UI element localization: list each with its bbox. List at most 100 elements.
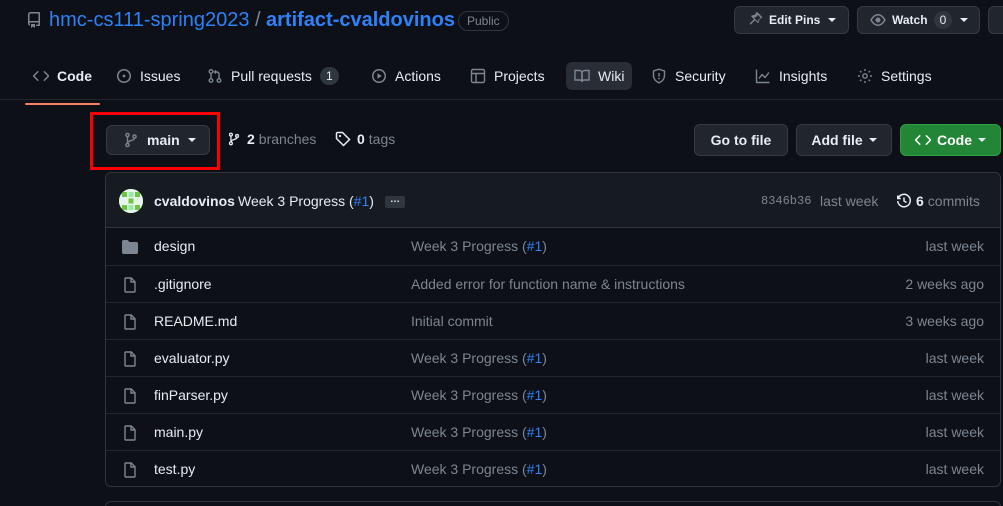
tags-label: tags — [368, 131, 396, 147]
file-row: .gitignore Added error for function name … — [106, 265, 1000, 302]
commit-message-suffix: ) — [542, 424, 547, 440]
graph-icon — [755, 69, 770, 84]
repo-owner-link[interactable]: hmc-cs111-spring2023 — [49, 9, 249, 32]
expand-commit-button[interactable]: … — [385, 195, 405, 208]
file-row: main.py Week 3 Progress (#1) last week — [106, 413, 1000, 450]
tab-issues-label: Issues — [140, 68, 181, 84]
commit-pr-link[interactable]: #1 — [527, 424, 543, 440]
file-commit-age: last week — [925, 238, 984, 254]
commit-message-suffix: ) — [542, 238, 547, 254]
chevron-down-icon — [868, 138, 877, 142]
branches-label: branches — [258, 131, 317, 147]
file-name-link[interactable]: README.md — [154, 313, 237, 329]
file-name-link[interactable]: test.py — [154, 461, 195, 477]
file-row: test.py Week 3 Progress (#1) last week — [106, 450, 1000, 486]
file-row: evaluator.py Week 3 Progress (#1) last wee… — [106, 339, 1000, 376]
file-row: design Week 3 Progress (#1) last week — [106, 228, 1000, 265]
file-commit-age: last week — [925, 461, 984, 477]
commit-message[interactable]: Week 3 Progress (#1) — [238, 193, 374, 209]
eye-icon — [870, 14, 886, 26]
repo-header: hmc-cs111-spring2023 / artifact-cvaldovi… — [0, 0, 1003, 42]
watch-button[interactable]: Watch 0 — [857, 6, 980, 34]
file-commit-age: last week — [925, 387, 984, 403]
commits-count: 6 — [916, 193, 924, 209]
commit-pr-link[interactable]: #1 — [354, 193, 370, 209]
add-file-label: Add file — [811, 132, 863, 148]
add-file-button[interactable]: Add file — [796, 124, 892, 156]
chevron-down-icon — [828, 18, 837, 22]
file-icon — [122, 425, 138, 444]
tab-actions[interactable]: Actions — [363, 62, 449, 90]
tab-code-label: Code — [57, 68, 92, 84]
watch-count: 0 — [933, 11, 953, 29]
history-icon — [897, 193, 911, 208]
commit-message-text: Week 3 Progress ( — [411, 461, 527, 477]
code-button[interactable]: Code — [900, 124, 1001, 156]
commits-history-link[interactable]: 6 commits — [896, 193, 980, 209]
go-to-file-button[interactable]: Go to file — [694, 124, 788, 156]
chevron-down-icon — [960, 18, 969, 22]
file-name-link[interactable]: main.py — [154, 424, 203, 440]
table-icon — [470, 68, 486, 84]
file-commit-age: last week — [925, 350, 984, 366]
gear-icon — [858, 69, 872, 83]
commit-message-text: Initial commit — [411, 313, 493, 329]
file-icon — [122, 351, 138, 370]
tab-wiki[interactable]: Wiki — [566, 62, 633, 90]
tags-count: 0 — [357, 131, 365, 147]
commit-pr-link[interactable]: #1 — [527, 350, 543, 366]
tab-issues[interactable]: Issues — [108, 62, 188, 90]
file-name-link[interactable]: finParser.py — [154, 387, 228, 403]
edit-pins-button[interactable]: Edit Pins — [734, 6, 849, 34]
pin-icon — [749, 12, 763, 25]
tab-pull-requests-label: Pull requests — [231, 68, 312, 84]
visibility-badge: Public — [458, 11, 509, 31]
file-commit-message[interactable]: Added error for function name & instruct… — [411, 276, 685, 292]
commit-author-link[interactable]: cvaldovinos — [154, 193, 235, 209]
tab-settings[interactable]: Settings — [849, 62, 940, 90]
tab-insights[interactable]: Insights — [747, 62, 835, 90]
identicon-icon — [119, 189, 143, 213]
branches-count: 2 — [247, 131, 255, 147]
branches-link[interactable]: 2 branches — [227, 131, 316, 147]
commit-pr-link[interactable]: #1 — [527, 238, 543, 254]
file-commit-message[interactable]: Week 3 Progress (#1) — [411, 387, 547, 403]
file-commit-message[interactable]: Initial commit — [411, 313, 493, 329]
commit-message-text: Week 3 Progress ( — [411, 350, 527, 366]
file-row: README.md Initial commit 3 weeks ago — [106, 302, 1000, 339]
file-commit-message[interactable]: Week 3 Progress (#1) — [411, 238, 547, 254]
file-name-link[interactable]: .gitignore — [154, 276, 212, 292]
commit-pr-link[interactable]: #1 — [527, 387, 543, 403]
latest-commit-bar: cvaldovinos Week 3 Progress (#1) … 8346b… — [106, 173, 1000, 228]
pull-request-icon — [208, 69, 222, 83]
commit-pr-link[interactable]: #1 — [527, 461, 543, 477]
tags-link[interactable]: 0 tags — [335, 131, 395, 147]
repo-nav: Code Issues Pull requests 1 Actions Proj… — [0, 56, 1003, 105]
tab-wiki-label: Wiki — [598, 68, 625, 84]
pull-requests-count: 1 — [319, 67, 339, 85]
tab-code[interactable]: Code — [25, 62, 100, 105]
tab-security[interactable]: Security — [643, 62, 734, 90]
chevron-down-icon — [978, 138, 986, 142]
commit-time: last week — [820, 193, 879, 209]
file-commit-message[interactable]: Week 3 Progress (#1) — [411, 424, 547, 440]
file-commit-message[interactable]: Week 3 Progress (#1) — [411, 350, 547, 366]
commit-sha-link[interactable]: 8346b36 — [761, 194, 811, 208]
tab-actions-label: Actions — [395, 68, 441, 84]
file-commit-message[interactable]: Week 3 Progress (#1) — [411, 461, 547, 477]
repo-name-link[interactable]: artifact-cvaldovinos — [266, 9, 455, 32]
avatar[interactable] — [119, 189, 143, 213]
fork-button[interactable] — [988, 6, 1003, 34]
commit-message-suffix: ) — [542, 461, 547, 477]
file-name-link[interactable]: design — [154, 238, 195, 254]
watch-label: Watch — [892, 13, 928, 27]
code-icon — [915, 135, 931, 145]
code-button-label: Code — [937, 132, 972, 148]
tab-projects[interactable]: Projects — [462, 62, 553, 90]
repo-icon — [27, 12, 40, 28]
tab-settings-label: Settings — [881, 68, 932, 84]
file-icon — [122, 462, 138, 481]
file-name-link[interactable]: evaluator.py — [154, 350, 230, 366]
shield-icon — [652, 68, 666, 84]
tab-pull-requests[interactable]: Pull requests 1 — [199, 62, 347, 90]
